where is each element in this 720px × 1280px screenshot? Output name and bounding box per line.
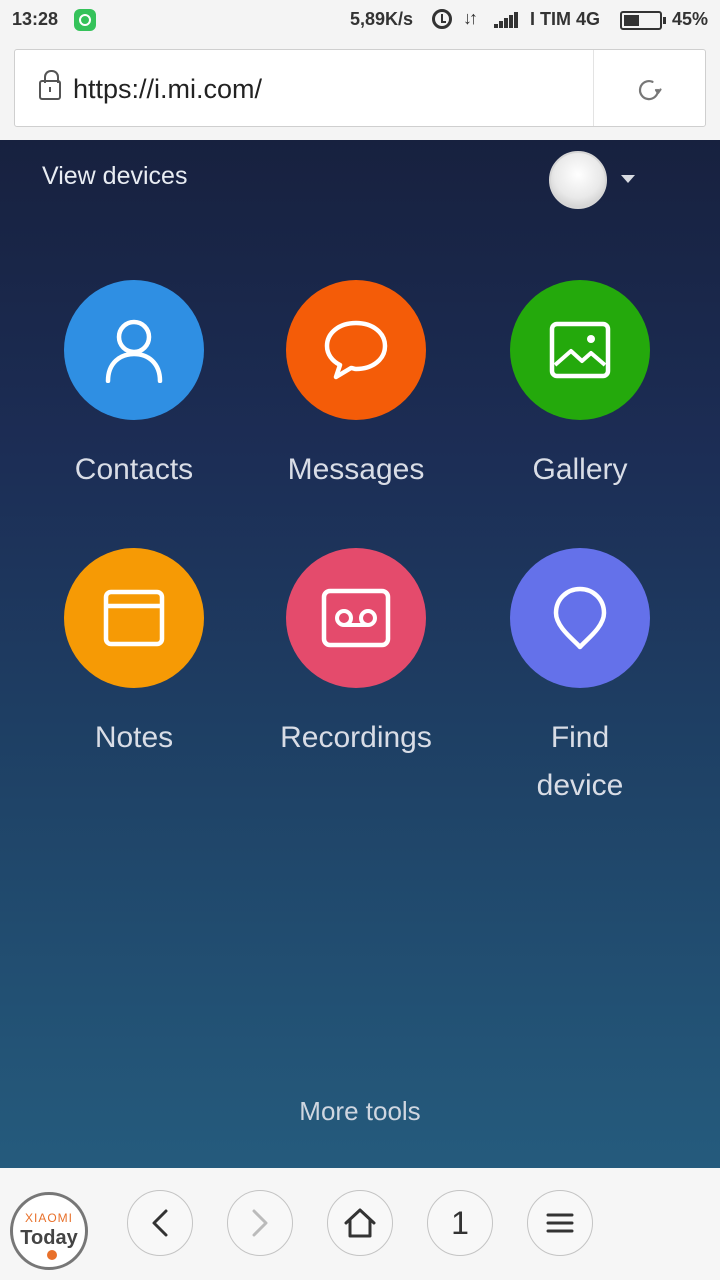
back-icon — [152, 1209, 168, 1237]
mi-cloud-main: View devices Contacts Messages Gallery N… — [0, 140, 720, 1168]
status-bar: 13:28 5,89K/s ↓↑ I TIM 4G 45% — [0, 0, 720, 40]
gallery-circle[interactable] — [510, 280, 650, 420]
app-notes[interactable]: Notes — [24, 548, 244, 762]
alarm-icon — [432, 9, 452, 29]
xiaomitoday-logo: XIAOMI Today — [10, 1192, 88, 1270]
messages-circle[interactable] — [286, 280, 426, 420]
back-button[interactable] — [127, 1190, 193, 1256]
browser-bottom-bar: XIAOMI Today 1 — [0, 1168, 720, 1280]
app-messages[interactable]: Messages — [246, 280, 466, 494]
logo-bottom-text: Today — [20, 1227, 78, 1249]
battery-icon — [620, 11, 666, 30]
logo-dot — [47, 1250, 57, 1260]
person-icon — [105, 319, 163, 383]
avatar[interactable] — [549, 151, 607, 209]
view-devices-link[interactable]: View devices — [42, 162, 187, 191]
app-recordings[interactable]: Recordings — [246, 548, 466, 762]
menu-icon — [546, 1213, 574, 1233]
tabs-button[interactable]: 1 — [427, 1190, 493, 1256]
app-label: Contacts — [74, 453, 194, 486]
find-device-circle[interactable] — [510, 548, 650, 688]
whatsapp-icon — [74, 9, 96, 31]
address-bar[interactable]: https://i.mi.com/ — [14, 49, 706, 127]
home-button[interactable] — [327, 1190, 393, 1256]
menu-button[interactable] — [527, 1190, 593, 1256]
app-gallery[interactable]: Gallery — [470, 280, 690, 494]
address-bar-divider — [593, 50, 594, 126]
cassette-icon — [321, 588, 391, 648]
app-label: Find device — [536, 721, 624, 802]
contacts-circle[interactable] — [64, 280, 204, 420]
forward-button[interactable] — [227, 1190, 293, 1256]
carrier-label: I TIM 4G — [530, 9, 601, 29]
notes-icon — [103, 589, 165, 647]
speech-bubble-icon — [324, 320, 388, 380]
reload-icon[interactable] — [635, 76, 663, 104]
notes-circle[interactable] — [64, 548, 204, 688]
signal-icon — [494, 12, 520, 28]
url-text[interactable]: https://i.mi.com/ — [73, 74, 262, 105]
data-transfer-icon: ↓↑ — [463, 8, 478, 28]
battery-percentage: 45% — [672, 9, 709, 29]
network-speed: 5,89K/s — [350, 9, 414, 29]
logo-top-text: XIAOMI — [24, 1211, 73, 1225]
app-label: Recordings — [280, 721, 432, 754]
image-icon — [549, 321, 611, 379]
tab-count: 1 — [451, 1204, 469, 1241]
app-label: Messages — [287, 453, 425, 486]
forward-icon — [252, 1209, 268, 1237]
app-find-device[interactable]: Find device — [470, 548, 690, 810]
chevron-down-icon[interactable] — [621, 175, 635, 183]
location-pin-icon — [553, 586, 607, 650]
recordings-circle[interactable] — [286, 548, 426, 688]
app-label: Gallery — [532, 453, 628, 486]
browser-toolbar: https://i.mi.com/ — [0, 40, 720, 140]
home-icon — [344, 1208, 376, 1238]
app-contacts[interactable]: Contacts — [24, 280, 244, 494]
status-time: 13:28 — [12, 9, 59, 29]
app-label: Notes — [94, 721, 174, 754]
lock-icon — [39, 70, 61, 100]
more-tools-link[interactable]: More tools — [0, 1096, 720, 1127]
